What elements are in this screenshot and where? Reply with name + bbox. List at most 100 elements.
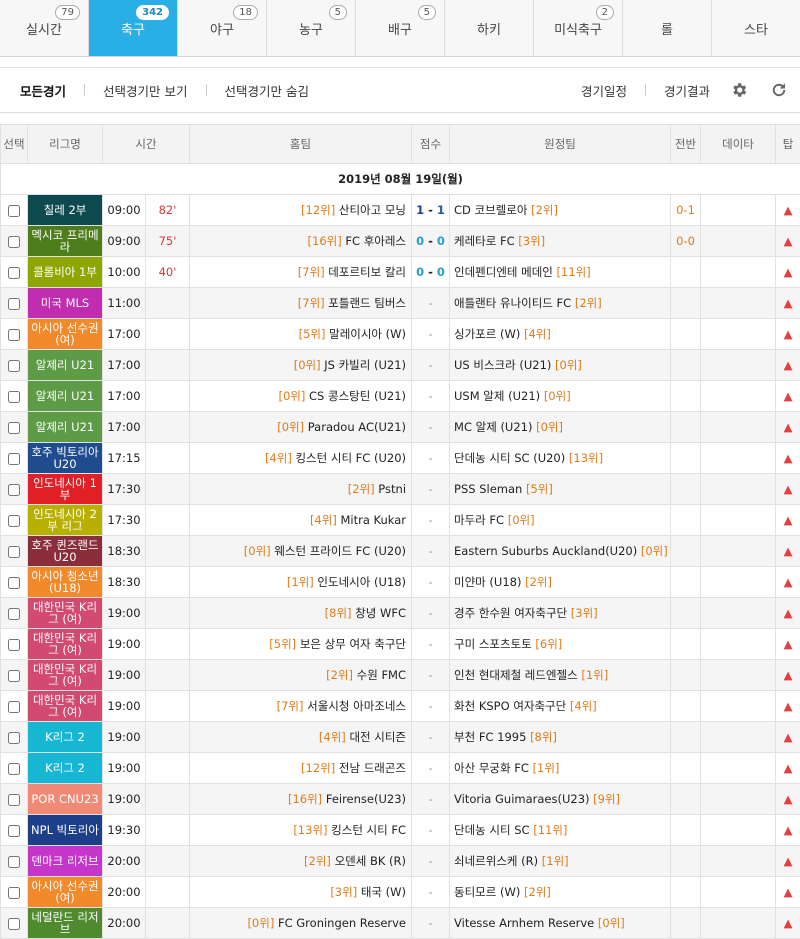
table-row[interactable]: 대한민국 K리그 (여)19:00[5위] 보은 상무 여자 축구단-구미 스포… bbox=[1, 629, 800, 660]
tip-cell[interactable]: ▲ bbox=[776, 412, 800, 443]
league-badge[interactable]: 대한민국 K리그 (여) bbox=[28, 691, 103, 722]
triangle-up-icon[interactable]: ▲ bbox=[784, 854, 793, 868]
league-badge[interactable]: K리그 2 bbox=[28, 722, 103, 753]
tip-cell[interactable]: ▲ bbox=[776, 877, 800, 908]
tip-cell[interactable]: ▲ bbox=[776, 691, 800, 722]
league-badge[interactable]: 칠레 2부 bbox=[28, 195, 103, 226]
data-cell[interactable] bbox=[701, 567, 776, 598]
away-team[interactable]: USM 알제 (U21) [0위] bbox=[450, 381, 671, 412]
tab-0[interactable]: 실시간79 bbox=[0, 0, 89, 56]
away-team[interactable]: 단데농 시티 SC [11위] bbox=[450, 815, 671, 846]
triangle-up-icon[interactable]: ▲ bbox=[784, 513, 793, 527]
home-team[interactable]: [2위] 오덴세 BK (R) bbox=[190, 846, 412, 877]
triangle-up-icon[interactable]: ▲ bbox=[784, 327, 793, 341]
tab-7[interactable]: 롤 bbox=[623, 0, 712, 56]
tip-cell[interactable]: ▲ bbox=[776, 815, 800, 846]
select-checkbox[interactable] bbox=[8, 794, 20, 806]
select-checkbox[interactable] bbox=[8, 763, 20, 775]
refresh-icon[interactable] bbox=[768, 79, 790, 101]
table-row[interactable]: 대한민국 K리그 (여)19:00[7위] 서울시청 아마조네스-화천 KSPO… bbox=[1, 691, 800, 722]
league-badge[interactable]: 인도네시아 1부 bbox=[28, 474, 103, 505]
tip-cell[interactable]: ▲ bbox=[776, 629, 800, 660]
home-team[interactable]: [0위] JS 카빌리 (U21) bbox=[190, 350, 412, 381]
data-cell[interactable] bbox=[701, 226, 776, 257]
home-team[interactable]: [2위] 수원 FMC bbox=[190, 660, 412, 691]
table-row[interactable]: 호주 퀸즈랜드 U2018:30[0위] 웨스턴 프라이드 FC (U20)-E… bbox=[1, 536, 800, 567]
tip-cell[interactable]: ▲ bbox=[776, 598, 800, 629]
triangle-up-icon[interactable]: ▲ bbox=[784, 203, 793, 217]
table-row[interactable]: 네덜란드 리저브20:00[0위] FC Groningen Reserve-V… bbox=[1, 908, 800, 939]
home-team[interactable]: [0위] 웨스턴 프라이드 FC (U20) bbox=[190, 536, 412, 567]
home-team[interactable]: [5위] 말레이시아 (W) bbox=[190, 319, 412, 350]
select-checkbox[interactable] bbox=[8, 236, 20, 248]
table-row[interactable]: 아시아 선수권 (여)20:00[3위] 태국 (W)-동티모르 (W) [2위… bbox=[1, 877, 800, 908]
league-badge[interactable]: 호주 퀸즈랜드 U20 bbox=[28, 536, 103, 567]
home-team[interactable]: [2위] Pstni bbox=[190, 474, 412, 505]
table-row[interactable]: 호주 빅토리아 U2017:15[4위] 킹스턴 시티 FC (U20)-단데농… bbox=[1, 443, 800, 474]
league-badge[interactable]: 알제리 U21 bbox=[28, 381, 103, 412]
home-team[interactable]: [8위] 창녕 WFC bbox=[190, 598, 412, 629]
away-team[interactable]: 인데펜디엔테 메데인 [11위] bbox=[450, 257, 671, 288]
away-team[interactable]: 부천 FC 1995 [8위] bbox=[450, 722, 671, 753]
triangle-up-icon[interactable]: ▲ bbox=[784, 823, 793, 837]
away-team[interactable]: 케레타로 FC [3위] bbox=[450, 226, 671, 257]
table-row[interactable]: 미국 MLS11:00[7위] 포틀랜드 팀버스-애틀랜타 유나이티드 FC [… bbox=[1, 288, 800, 319]
tip-cell[interactable]: ▲ bbox=[776, 319, 800, 350]
home-team[interactable]: [5위] 보은 상무 여자 축구단 bbox=[190, 629, 412, 660]
schedule-link[interactable]: 경기일정 bbox=[581, 81, 627, 100]
away-team[interactable]: 애틀랜타 유나이티드 FC [2위] bbox=[450, 288, 671, 319]
away-team[interactable]: 동티모르 (W) [2위] bbox=[450, 877, 671, 908]
away-team[interactable]: 구미 스포츠토토 [6위] bbox=[450, 629, 671, 660]
triangle-up-icon[interactable]: ▲ bbox=[784, 792, 793, 806]
away-team[interactable]: 경주 한수원 여자축구단 [3위] bbox=[450, 598, 671, 629]
league-badge[interactable]: 대한민국 K리그 (여) bbox=[28, 660, 103, 691]
league-badge[interactable]: 덴마크 리저브 bbox=[28, 846, 103, 877]
tab-8[interactable]: 스타 bbox=[712, 0, 800, 56]
select-checkbox[interactable] bbox=[8, 484, 20, 496]
tip-cell[interactable]: ▲ bbox=[776, 660, 800, 691]
data-cell[interactable] bbox=[701, 629, 776, 660]
league-badge[interactable]: K리그 2 bbox=[28, 753, 103, 784]
league-badge[interactable]: NPL 빅토리아 bbox=[28, 815, 103, 846]
triangle-up-icon[interactable]: ▲ bbox=[784, 575, 793, 589]
triangle-up-icon[interactable]: ▲ bbox=[784, 637, 793, 651]
triangle-up-icon[interactable]: ▲ bbox=[784, 606, 793, 620]
data-cell[interactable] bbox=[701, 660, 776, 691]
data-cell[interactable] bbox=[701, 815, 776, 846]
select-checkbox[interactable] bbox=[8, 329, 20, 341]
triangle-up-icon[interactable]: ▲ bbox=[784, 761, 793, 775]
select-checkbox[interactable] bbox=[8, 639, 20, 651]
data-cell[interactable] bbox=[701, 691, 776, 722]
tip-cell[interactable]: ▲ bbox=[776, 474, 800, 505]
table-row[interactable]: 대한민국 K리그 (여)19:00[2위] 수원 FMC-인천 현대제철 레드엔… bbox=[1, 660, 800, 691]
tip-cell[interactable]: ▲ bbox=[776, 443, 800, 474]
data-cell[interactable] bbox=[701, 505, 776, 536]
select-checkbox[interactable] bbox=[8, 701, 20, 713]
tip-cell[interactable]: ▲ bbox=[776, 722, 800, 753]
data-cell[interactable] bbox=[701, 350, 776, 381]
triangle-up-icon[interactable]: ▲ bbox=[784, 699, 793, 713]
all-games-filter[interactable]: 모든경기 bbox=[20, 81, 66, 100]
away-team[interactable]: MC 알제 (U21) [0위] bbox=[450, 412, 671, 443]
data-cell[interactable] bbox=[701, 288, 776, 319]
away-team[interactable]: 쇠네르위스케 (R) [1위] bbox=[450, 846, 671, 877]
tip-cell[interactable]: ▲ bbox=[776, 908, 800, 939]
data-cell[interactable] bbox=[701, 846, 776, 877]
away-team[interactable]: US 비스크라 (U21) [0위] bbox=[450, 350, 671, 381]
data-cell[interactable] bbox=[701, 753, 776, 784]
away-team[interactable]: 미얀마 (U18) [2위] bbox=[450, 567, 671, 598]
data-cell[interactable] bbox=[701, 598, 776, 629]
away-team[interactable]: Vitoria Guimaraes(U23) [9위] bbox=[450, 784, 671, 815]
data-cell[interactable] bbox=[701, 195, 776, 226]
tip-cell[interactable]: ▲ bbox=[776, 381, 800, 412]
league-badge[interactable]: 아시아 선수권 (여) bbox=[28, 877, 103, 908]
away-team[interactable]: PSS Sleman [5위] bbox=[450, 474, 671, 505]
data-cell[interactable] bbox=[701, 722, 776, 753]
home-team[interactable]: [3위] 태국 (W) bbox=[190, 877, 412, 908]
triangle-up-icon[interactable]: ▲ bbox=[784, 730, 793, 744]
league-badge[interactable]: 콜롬비아 1부 bbox=[28, 257, 103, 288]
home-team[interactable]: [12위] 산티아고 모닝 bbox=[190, 195, 412, 226]
table-row[interactable]: 대한민국 K리그 (여)19:00[8위] 창녕 WFC-경주 한수원 여자축구… bbox=[1, 598, 800, 629]
tip-cell[interactable]: ▲ bbox=[776, 288, 800, 319]
data-cell[interactable] bbox=[701, 319, 776, 350]
